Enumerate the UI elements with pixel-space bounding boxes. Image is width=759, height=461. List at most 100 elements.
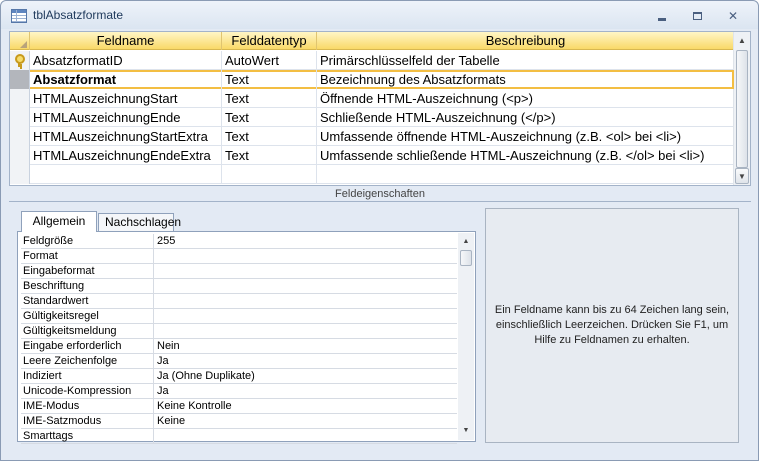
title-bar[interactable]: tblAbsatzformate ✕ bbox=[1, 1, 758, 29]
property-row[interactable]: Format bbox=[21, 249, 457, 264]
grid-header: Feldname Felddatentyp Beschreibung bbox=[10, 32, 734, 50]
row-selector[interactable] bbox=[10, 165, 30, 184]
data-type-cell[interactable]: AutoWert bbox=[222, 51, 317, 70]
row-selector[interactable] bbox=[10, 70, 30, 89]
table-row[interactable]: AbsatzformatID AutoWert Primärschlüsselfel… bbox=[10, 51, 734, 70]
property-label: Gültigkeitsmeldung bbox=[21, 324, 154, 339]
scroll-thumb[interactable] bbox=[736, 50, 748, 168]
description-cell[interactable]: Umfassende öffnende HTML-Auszeichnung (z… bbox=[317, 127, 734, 146]
scroll-down-icon[interactable]: ▼ bbox=[460, 424, 472, 438]
property-row[interactable]: Feldgröße 255 bbox=[21, 234, 457, 249]
description-cell[interactable] bbox=[317, 165, 734, 184]
property-value[interactable] bbox=[155, 294, 457, 309]
select-all-corner[interactable] bbox=[10, 32, 30, 50]
property-label: Indiziert bbox=[21, 369, 154, 384]
table-design-window: tblAbsatzformate ✕ Feldname Felddatentyp… bbox=[0, 0, 759, 461]
table-icon bbox=[11, 9, 27, 23]
property-label: IME-Satzmodus bbox=[21, 414, 154, 429]
property-row[interactable]: Eingabe erforderlich Nein bbox=[21, 339, 457, 354]
property-value[interactable]: Ja (Ohne Duplikate) bbox=[155, 369, 457, 384]
table-row[interactable]: HTMLAuszeichnungStartExtra Text Umfassende… bbox=[10, 127, 734, 146]
property-value[interactable]: Ja bbox=[155, 354, 457, 369]
table-row[interactable]: Absatzformat Text Bezeichnung des Absatzfo… bbox=[10, 70, 734, 89]
row-selector[interactable] bbox=[10, 146, 30, 165]
table-row[interactable] bbox=[10, 165, 734, 184]
property-label: Standardwert bbox=[21, 294, 154, 309]
property-row[interactable]: Gültigkeitsmeldung bbox=[21, 324, 457, 339]
property-value[interactable] bbox=[155, 264, 457, 279]
data-type-cell[interactable]: Text bbox=[222, 127, 317, 146]
description-cell[interactable]: Öffnende HTML-Auszeichnung (<p>) bbox=[317, 89, 734, 108]
property-value[interactable]: Nein bbox=[155, 339, 457, 354]
field-design-grid: Feldname Felddatentyp Beschreibung Absat… bbox=[9, 31, 751, 186]
table-row[interactable]: HTMLAuszeichnungStart Text Öffnende HTML-A… bbox=[10, 89, 734, 108]
row-selector[interactable] bbox=[10, 89, 30, 108]
scroll-up-icon[interactable]: ▲ bbox=[460, 235, 472, 249]
property-row[interactable]: Smarttags bbox=[21, 429, 457, 444]
data-type-cell[interactable] bbox=[222, 165, 317, 184]
header-field-name[interactable]: Feldname bbox=[30, 32, 222, 50]
tab-general[interactable]: Allgemein bbox=[21, 211, 97, 232]
table-row[interactable]: HTMLAuszeichnungEndeExtra Text Umfassende … bbox=[10, 146, 734, 165]
row-selector[interactable] bbox=[10, 127, 30, 146]
property-scrollbar[interactable]: ▲ ▼ bbox=[458, 233, 474, 440]
scroll-thumb[interactable] bbox=[460, 250, 472, 266]
property-value[interactable] bbox=[155, 249, 457, 264]
window-title: tblAbsatzformate bbox=[33, 8, 124, 22]
property-label: Unicode-Kompression bbox=[21, 384, 154, 399]
divider bbox=[9, 201, 751, 202]
property-row[interactable]: Eingabeformat bbox=[21, 264, 457, 279]
property-label: Smarttags bbox=[21, 429, 154, 444]
field-name-cell[interactable]: AbsatzformatID bbox=[30, 51, 222, 70]
description-cell[interactable]: Primärschlüsselfeld der Tabelle bbox=[317, 51, 734, 70]
data-type-cell[interactable]: Text bbox=[222, 70, 317, 89]
description-cell[interactable]: Bezeichnung des Absatzformats bbox=[317, 70, 734, 89]
maximize-button[interactable] bbox=[687, 9, 707, 23]
field-name-cell[interactable] bbox=[30, 165, 222, 184]
property-value[interactable]: Ja bbox=[155, 384, 457, 399]
property-label: Eingabe erforderlich bbox=[21, 339, 154, 354]
description-cell[interactable]: Umfassende schließende HTML-Auszeichnung… bbox=[317, 146, 734, 165]
property-value[interactable]: 255 bbox=[155, 234, 457, 249]
table-row[interactable]: HTMLAuszeichnungEnde Text Schließende HTML… bbox=[10, 108, 734, 127]
property-row[interactable]: Unicode-Kompression Ja bbox=[21, 384, 457, 399]
property-row[interactable]: Indiziert Ja (Ohne Duplikate) bbox=[21, 369, 457, 384]
property-label: IME-Modus bbox=[21, 399, 154, 414]
property-label: Beschriftung bbox=[21, 279, 154, 294]
property-row[interactable]: Standardwert bbox=[21, 294, 457, 309]
property-value[interactable] bbox=[155, 324, 457, 339]
header-description[interactable]: Beschreibung bbox=[317, 32, 734, 50]
property-label: Eingabeformat bbox=[21, 264, 154, 279]
minimize-button[interactable] bbox=[652, 9, 672, 23]
field-name-cell[interactable]: HTMLAuszeichnungEndeExtra bbox=[30, 146, 222, 165]
field-name-cell[interactable]: HTMLAuszeichnungEnde bbox=[30, 108, 222, 127]
property-value[interactable] bbox=[155, 279, 457, 294]
help-panel: Ein Feldname kann bis zu 64 Zeichen lang… bbox=[485, 208, 739, 443]
help-text: Ein Feldname kann bis zu 64 Zeichen lang… bbox=[494, 304, 730, 346]
property-row[interactable]: IME-Modus Keine Kontrolle bbox=[21, 399, 457, 414]
header-data-type[interactable]: Felddatentyp bbox=[222, 32, 317, 50]
property-value[interactable]: Keine Kontrolle bbox=[155, 399, 457, 414]
property-row[interactable]: Leere Zeichenfolge Ja bbox=[21, 354, 457, 369]
data-type-cell[interactable]: Text bbox=[222, 146, 317, 165]
property-value[interactable] bbox=[155, 429, 457, 444]
scroll-up-icon[interactable]: ▲ bbox=[735, 33, 749, 49]
field-name-cell[interactable]: Absatzformat bbox=[30, 70, 222, 89]
row-selector[interactable] bbox=[10, 51, 30, 70]
description-cell[interactable]: Schließende HTML-Auszeichnung (</p>) bbox=[317, 108, 734, 127]
grid-scrollbar[interactable]: ▲ ▼ bbox=[733, 32, 750, 185]
property-row[interactable]: Gültigkeitsregel bbox=[21, 309, 457, 324]
field-name-cell[interactable]: HTMLAuszeichnungStartExtra bbox=[30, 127, 222, 146]
property-value[interactable]: Keine bbox=[155, 414, 457, 429]
close-button[interactable]: ✕ bbox=[723, 9, 743, 23]
tab-lookup[interactable]: Nachschlagen bbox=[98, 213, 181, 231]
property-value[interactable] bbox=[155, 309, 457, 324]
data-type-cell[interactable]: Text bbox=[222, 89, 317, 108]
property-label: Gültigkeitsregel bbox=[21, 309, 154, 324]
scroll-down-icon[interactable]: ▼ bbox=[735, 168, 749, 184]
property-row[interactable]: IME-Satzmodus Keine bbox=[21, 414, 457, 429]
field-name-cell[interactable]: HTMLAuszeichnungStart bbox=[30, 89, 222, 108]
property-row[interactable]: Beschriftung bbox=[21, 279, 457, 294]
data-type-cell[interactable]: Text bbox=[222, 108, 317, 127]
row-selector[interactable] bbox=[10, 108, 30, 127]
